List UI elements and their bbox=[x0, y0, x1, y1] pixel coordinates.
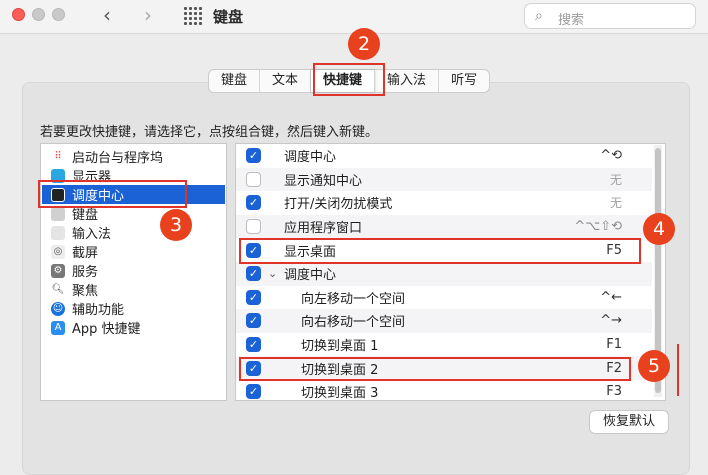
search-input[interactable]: ⌕ 搜索 bbox=[524, 3, 696, 29]
shortcut-row[interactable]: 应用程序窗口 ^⌥⇧⟲ bbox=[236, 214, 652, 239]
category-label: App 快捷键 bbox=[72, 322, 141, 337]
category-input-method[interactable]: 输入法 bbox=[42, 223, 225, 242]
close-window-button[interactable] bbox=[12, 8, 25, 21]
shortcut-checkbox[interactable] bbox=[246, 219, 261, 235]
chevron-down-icon[interactable]: ⌄ bbox=[268, 267, 277, 280]
title-bar: ‹ › 键盘 ⌕ 搜索 bbox=[0, 0, 708, 34]
chevron-right-icon[interactable]: › bbox=[144, 4, 152, 26]
annotation-badge: 4 bbox=[643, 213, 675, 245]
shortcut-label: 显示通知中心 bbox=[284, 173, 363, 189]
shortcut-row[interactable]: ✓ 切换到桌面 3 F3 bbox=[236, 380, 652, 401]
category-label: 服务 bbox=[72, 265, 99, 280]
search-placeholder: 搜索 bbox=[558, 13, 585, 28]
shortcut-group-label: 调度中心 bbox=[284, 268, 337, 284]
shortcut-label: 切换到桌面 3 bbox=[301, 386, 379, 401]
shortcut-key[interactable]: 无 bbox=[610, 194, 622, 211]
spotlight-icon: 🔍︎ bbox=[51, 282, 65, 297]
minimize-window-button[interactable] bbox=[32, 8, 45, 21]
shortcut-checkbox[interactable]: ✓ bbox=[246, 195, 261, 211]
zoom-window-button[interactable] bbox=[52, 8, 65, 21]
category-accessibility[interactable]: ☺ 辅助功能 bbox=[42, 299, 225, 318]
category-app-shortcuts[interactable]: A App 快捷键 bbox=[42, 318, 225, 337]
shortcut-label: 向左移动一个空间 bbox=[301, 291, 406, 307]
app-store-icon: A bbox=[51, 320, 65, 335]
category-screenshot[interactable]: ◎ 截屏 bbox=[42, 242, 225, 261]
annotation-box-tab bbox=[313, 63, 385, 96]
annotation-badge: 5 bbox=[638, 350, 670, 382]
chevron-left-icon[interactable]: ‹ bbox=[103, 4, 111, 26]
shortcut-row[interactable]: ✓ 调度中心 ^⟲ bbox=[236, 144, 652, 168]
annotation-line bbox=[677, 344, 679, 396]
shortcut-label: 应用程序窗口 bbox=[284, 221, 363, 237]
tab-keyboard[interactable]: 键盘 bbox=[209, 70, 261, 92]
search-icon: ⌕ bbox=[535, 8, 543, 24]
category-launchpad[interactable]: ⠿ 启动台与程序坞 bbox=[42, 147, 225, 166]
shortcut-group-row[interactable]: ✓ ⌄ 调度中心 bbox=[236, 262, 652, 286]
shortcut-checkbox[interactable]: ✓ bbox=[246, 313, 261, 329]
shortcut-row[interactable]: ✓ 切换到桌面 1 F1 bbox=[236, 333, 652, 357]
category-label: 辅助功能 bbox=[72, 303, 125, 318]
shortcut-checkbox[interactable]: ✓ bbox=[246, 337, 261, 353]
tab-dictation[interactable]: 听写 bbox=[439, 70, 489, 92]
shortcut-label: 向右移动一个空间 bbox=[301, 315, 406, 331]
shortcut-row[interactable]: 显示通知中心 无 bbox=[236, 167, 652, 192]
shortcut-label: 切换到桌面 1 bbox=[301, 339, 379, 355]
category-label: 启动台与程序坞 bbox=[72, 151, 164, 166]
shortcut-label: 调度中心 bbox=[284, 150, 337, 166]
shortcut-key[interactable]: ^⌥⇧⟲ bbox=[574, 219, 622, 234]
keyboard-icon bbox=[51, 206, 65, 221]
shortcut-checkbox[interactable]: ✓ bbox=[246, 384, 261, 400]
category-spotlight[interactable]: 🔍︎ 聚焦 bbox=[42, 280, 225, 299]
shortcut-checkbox[interactable]: ✓ bbox=[246, 148, 261, 164]
instruction-text: 若要更改快捷键，请选择它，点按组合键，然后键入新键。 bbox=[40, 125, 379, 140]
annotation-badge: 2 bbox=[348, 28, 380, 60]
shortcut-key[interactable]: ^→ bbox=[600, 313, 622, 328]
tab-text[interactable]: 文本 bbox=[260, 70, 312, 92]
screenshot-icon: ◎ bbox=[51, 244, 65, 259]
shortcut-key[interactable]: ^⟲ bbox=[600, 148, 622, 163]
annotation-box-category bbox=[38, 180, 187, 208]
shortcut-key[interactable]: F1 bbox=[606, 337, 622, 352]
launchpad-icon: ⠿ bbox=[51, 149, 65, 164]
accessibility-icon: ☺ bbox=[51, 301, 65, 316]
window-title: 键盘 bbox=[213, 8, 244, 26]
annotation-box-show-desktop bbox=[239, 238, 641, 264]
category-label: 截屏 bbox=[72, 246, 99, 261]
category-services[interactable]: ⚙ 服务 bbox=[42, 261, 225, 280]
shortcut-checkbox[interactable]: ✓ bbox=[246, 266, 261, 282]
input-method-icon bbox=[51, 225, 65, 240]
shortcut-key[interactable]: 无 bbox=[610, 171, 622, 188]
show-all-grid-icon[interactable] bbox=[184, 7, 202, 25]
shortcut-key[interactable]: F3 bbox=[606, 384, 622, 399]
shortcut-checkbox[interactable]: ✓ bbox=[246, 289, 261, 305]
shortcut-key[interactable]: ^← bbox=[600, 290, 622, 305]
restore-defaults-button[interactable]: 恢复默认 bbox=[589, 410, 669, 434]
category-label: 聚焦 bbox=[72, 284, 99, 299]
services-icon: ⚙ bbox=[51, 263, 65, 278]
shortcut-label: 打开/关闭勿扰模式 bbox=[284, 197, 393, 213]
shortcut-row[interactable]: ✓ 打开/关闭勿扰模式 无 bbox=[236, 191, 652, 215]
shortcut-row[interactable]: ✓ 向右移动一个空间 ^→ bbox=[236, 309, 652, 333]
annotation-badge: 3 bbox=[160, 209, 192, 241]
annotation-box-desktop-2 bbox=[239, 357, 631, 381]
shortcut-checkbox[interactable] bbox=[246, 171, 261, 187]
category-label: 输入法 bbox=[72, 227, 112, 242]
shortcut-row[interactable]: ✓ 向左移动一个空间 ^← bbox=[236, 286, 652, 310]
